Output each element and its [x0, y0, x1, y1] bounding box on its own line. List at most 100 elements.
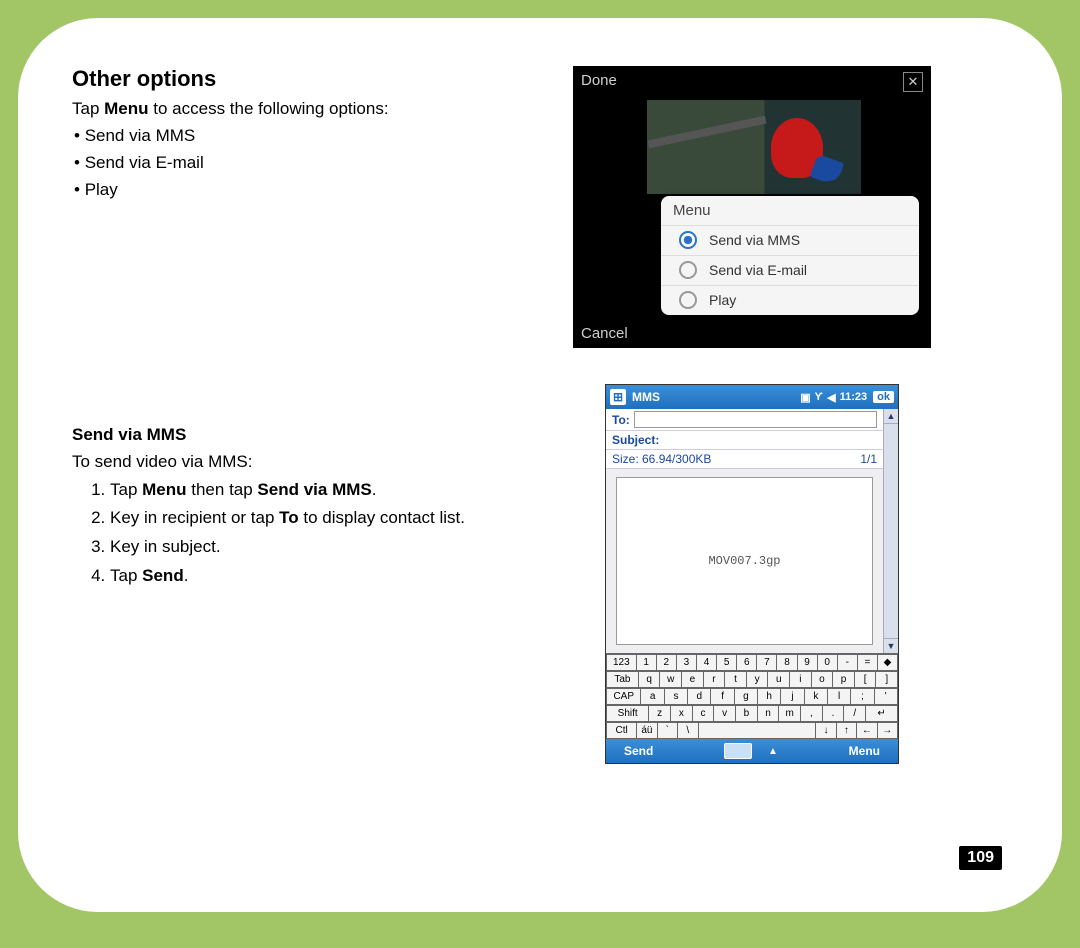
keyboard-key[interactable]: 4	[696, 654, 716, 671]
radio-icon	[679, 261, 697, 279]
keyboard-key[interactable]: \	[677, 722, 697, 739]
screenshot-mms-compose: ⊞ MMS ▣ Ƴ ◀ 11:23 ok To:	[605, 384, 899, 764]
left-column: Other options Tap Menu to access the fol…	[72, 66, 502, 764]
keyboard-key[interactable]: u	[767, 671, 789, 688]
keyboard-key[interactable]: '	[874, 688, 898, 705]
keyboard-key[interactable]: →	[877, 722, 898, 739]
keyboard-key[interactable]: ◆	[877, 654, 898, 671]
speaker-icon: ◀	[827, 391, 835, 404]
chevron-up-icon[interactable]: ▲	[768, 746, 778, 757]
menu-item-send-mms[interactable]: Send via MMS	[661, 225, 919, 255]
radio-icon	[679, 291, 697, 309]
cancel-label[interactable]: Cancel	[581, 325, 628, 342]
attachment-preview[interactable]: MOV007.3gp	[616, 477, 873, 645]
attachment-filename: MOV007.3gp	[708, 554, 780, 568]
keyboard-key[interactable]: 2	[656, 654, 676, 671]
keyboard-key[interactable]: ]	[875, 671, 898, 688]
keyboard-key[interactable]: y	[746, 671, 768, 688]
subject-label: Subject:	[612, 433, 659, 447]
keyboard-key[interactable]: t	[724, 671, 746, 688]
subject-field-row: Subject:	[606, 431, 883, 450]
keyboard-key[interactable]: .	[822, 705, 844, 722]
keyboard-key[interactable]: g	[734, 688, 757, 705]
keyboard-key[interactable]: ↓	[815, 722, 835, 739]
keyboard-key[interactable]: b	[735, 705, 757, 722]
sip-icon[interactable]	[724, 743, 752, 759]
section-heading-other-options: Other options	[72, 66, 502, 92]
keyboard-key[interactable]: =	[857, 654, 877, 671]
keyboard-key[interactable]: m	[778, 705, 800, 722]
keyboard-key[interactable]: /	[843, 705, 865, 722]
section1-bullets: Send via MMS Send via E-mail Play	[72, 125, 502, 202]
keyboard-key[interactable]: l	[827, 688, 850, 705]
soft-keyboard[interactable]: 1231234567890-=◆ Tabqwertyuiop[] CAPasdf…	[606, 653, 898, 739]
ok-button[interactable]: ok	[873, 391, 894, 403]
keyboard-key[interactable]: o	[811, 671, 833, 688]
keyboard-key[interactable]: ←	[856, 722, 876, 739]
softkey-bar: Send ▲ Menu	[606, 739, 898, 763]
keyboard-key[interactable]: [	[854, 671, 876, 688]
keyboard-key[interactable]: f	[710, 688, 733, 705]
keyboard-key[interactable]: q	[638, 671, 660, 688]
keyboard-key[interactable]: h	[757, 688, 780, 705]
size-row: Size: 66.94/300KB 1/1	[606, 450, 883, 469]
keyboard-key[interactable]: k	[804, 688, 827, 705]
step-item: Tap Menu then tap Send via MMS.	[110, 478, 502, 503]
to-input[interactable]	[634, 411, 877, 428]
keyboard-key[interactable]: z	[648, 705, 670, 722]
menu-item-send-email[interactable]: Send via E-mail	[661, 255, 919, 285]
keyboard-key[interactable]	[698, 722, 816, 739]
keyboard-key[interactable]: CAP	[606, 688, 640, 705]
done-label[interactable]: Done	[581, 72, 617, 92]
bullet-item: Play	[85, 180, 118, 199]
keyboard-key[interactable]: ,	[800, 705, 822, 722]
keyboard-key[interactable]: 0	[817, 654, 837, 671]
scroll-down-icon[interactable]: ▼	[884, 638, 898, 653]
keyboard-key[interactable]: 3	[676, 654, 696, 671]
keyboard-key[interactable]: i	[789, 671, 811, 688]
start-icon[interactable]: ⊞	[610, 389, 626, 405]
keyboard-key[interactable]: 9	[797, 654, 817, 671]
keyboard-key[interactable]: 7	[756, 654, 776, 671]
keyboard-key[interactable]: e	[681, 671, 703, 688]
bullet-item: Send via E-mail	[85, 153, 204, 172]
close-icon[interactable]: ✕	[903, 72, 923, 92]
page-number: 109	[959, 846, 1002, 870]
keyboard-key[interactable]: ↑	[836, 722, 856, 739]
keyboard-key[interactable]: 5	[716, 654, 736, 671]
keyboard-key[interactable]: `	[657, 722, 677, 739]
keyboard-key[interactable]: v	[713, 705, 735, 722]
keyboard-key[interactable]: Shift	[606, 705, 648, 722]
step-item: Tap Send.	[110, 564, 502, 589]
softkey-menu[interactable]: Menu	[849, 744, 880, 758]
keyboard-key[interactable]: Tab	[606, 671, 638, 688]
keyboard-key[interactable]: w	[659, 671, 681, 688]
scrollbar[interactable]: ▲ ▼	[883, 409, 898, 653]
keyboard-key[interactable]: Ctl	[606, 722, 636, 739]
keyboard-key[interactable]: 1	[636, 654, 656, 671]
keyboard-key[interactable]: j	[780, 688, 803, 705]
keyboard-key[interactable]: n	[757, 705, 779, 722]
keyboard-key[interactable]: r	[703, 671, 725, 688]
menu-title: Menu	[661, 196, 919, 225]
keyboard-key[interactable]: d	[687, 688, 710, 705]
keyboard-key[interactable]: 8	[776, 654, 796, 671]
menu-item-play[interactable]: Play	[661, 285, 919, 315]
keyboard-key[interactable]: -	[837, 654, 857, 671]
keyboard-key[interactable]: x	[670, 705, 692, 722]
clock: 11:23	[840, 391, 868, 403]
keyboard-key[interactable]: 6	[736, 654, 756, 671]
keyboard-key[interactable]: c	[692, 705, 714, 722]
keyboard-key[interactable]: 123	[606, 654, 636, 671]
media-thumbnail	[647, 100, 861, 194]
slide-counter: 1/1	[860, 452, 877, 466]
keyboard-key[interactable]: p	[832, 671, 854, 688]
scroll-up-icon[interactable]: ▲	[884, 409, 898, 424]
keyboard-key[interactable]: ↵	[865, 705, 898, 722]
to-label[interactable]: To:	[612, 413, 630, 427]
keyboard-key[interactable]: áü	[636, 722, 656, 739]
keyboard-key[interactable]: ;	[850, 688, 873, 705]
keyboard-key[interactable]: s	[664, 688, 687, 705]
keyboard-key[interactable]: a	[640, 688, 663, 705]
softkey-send[interactable]: Send	[624, 744, 653, 758]
